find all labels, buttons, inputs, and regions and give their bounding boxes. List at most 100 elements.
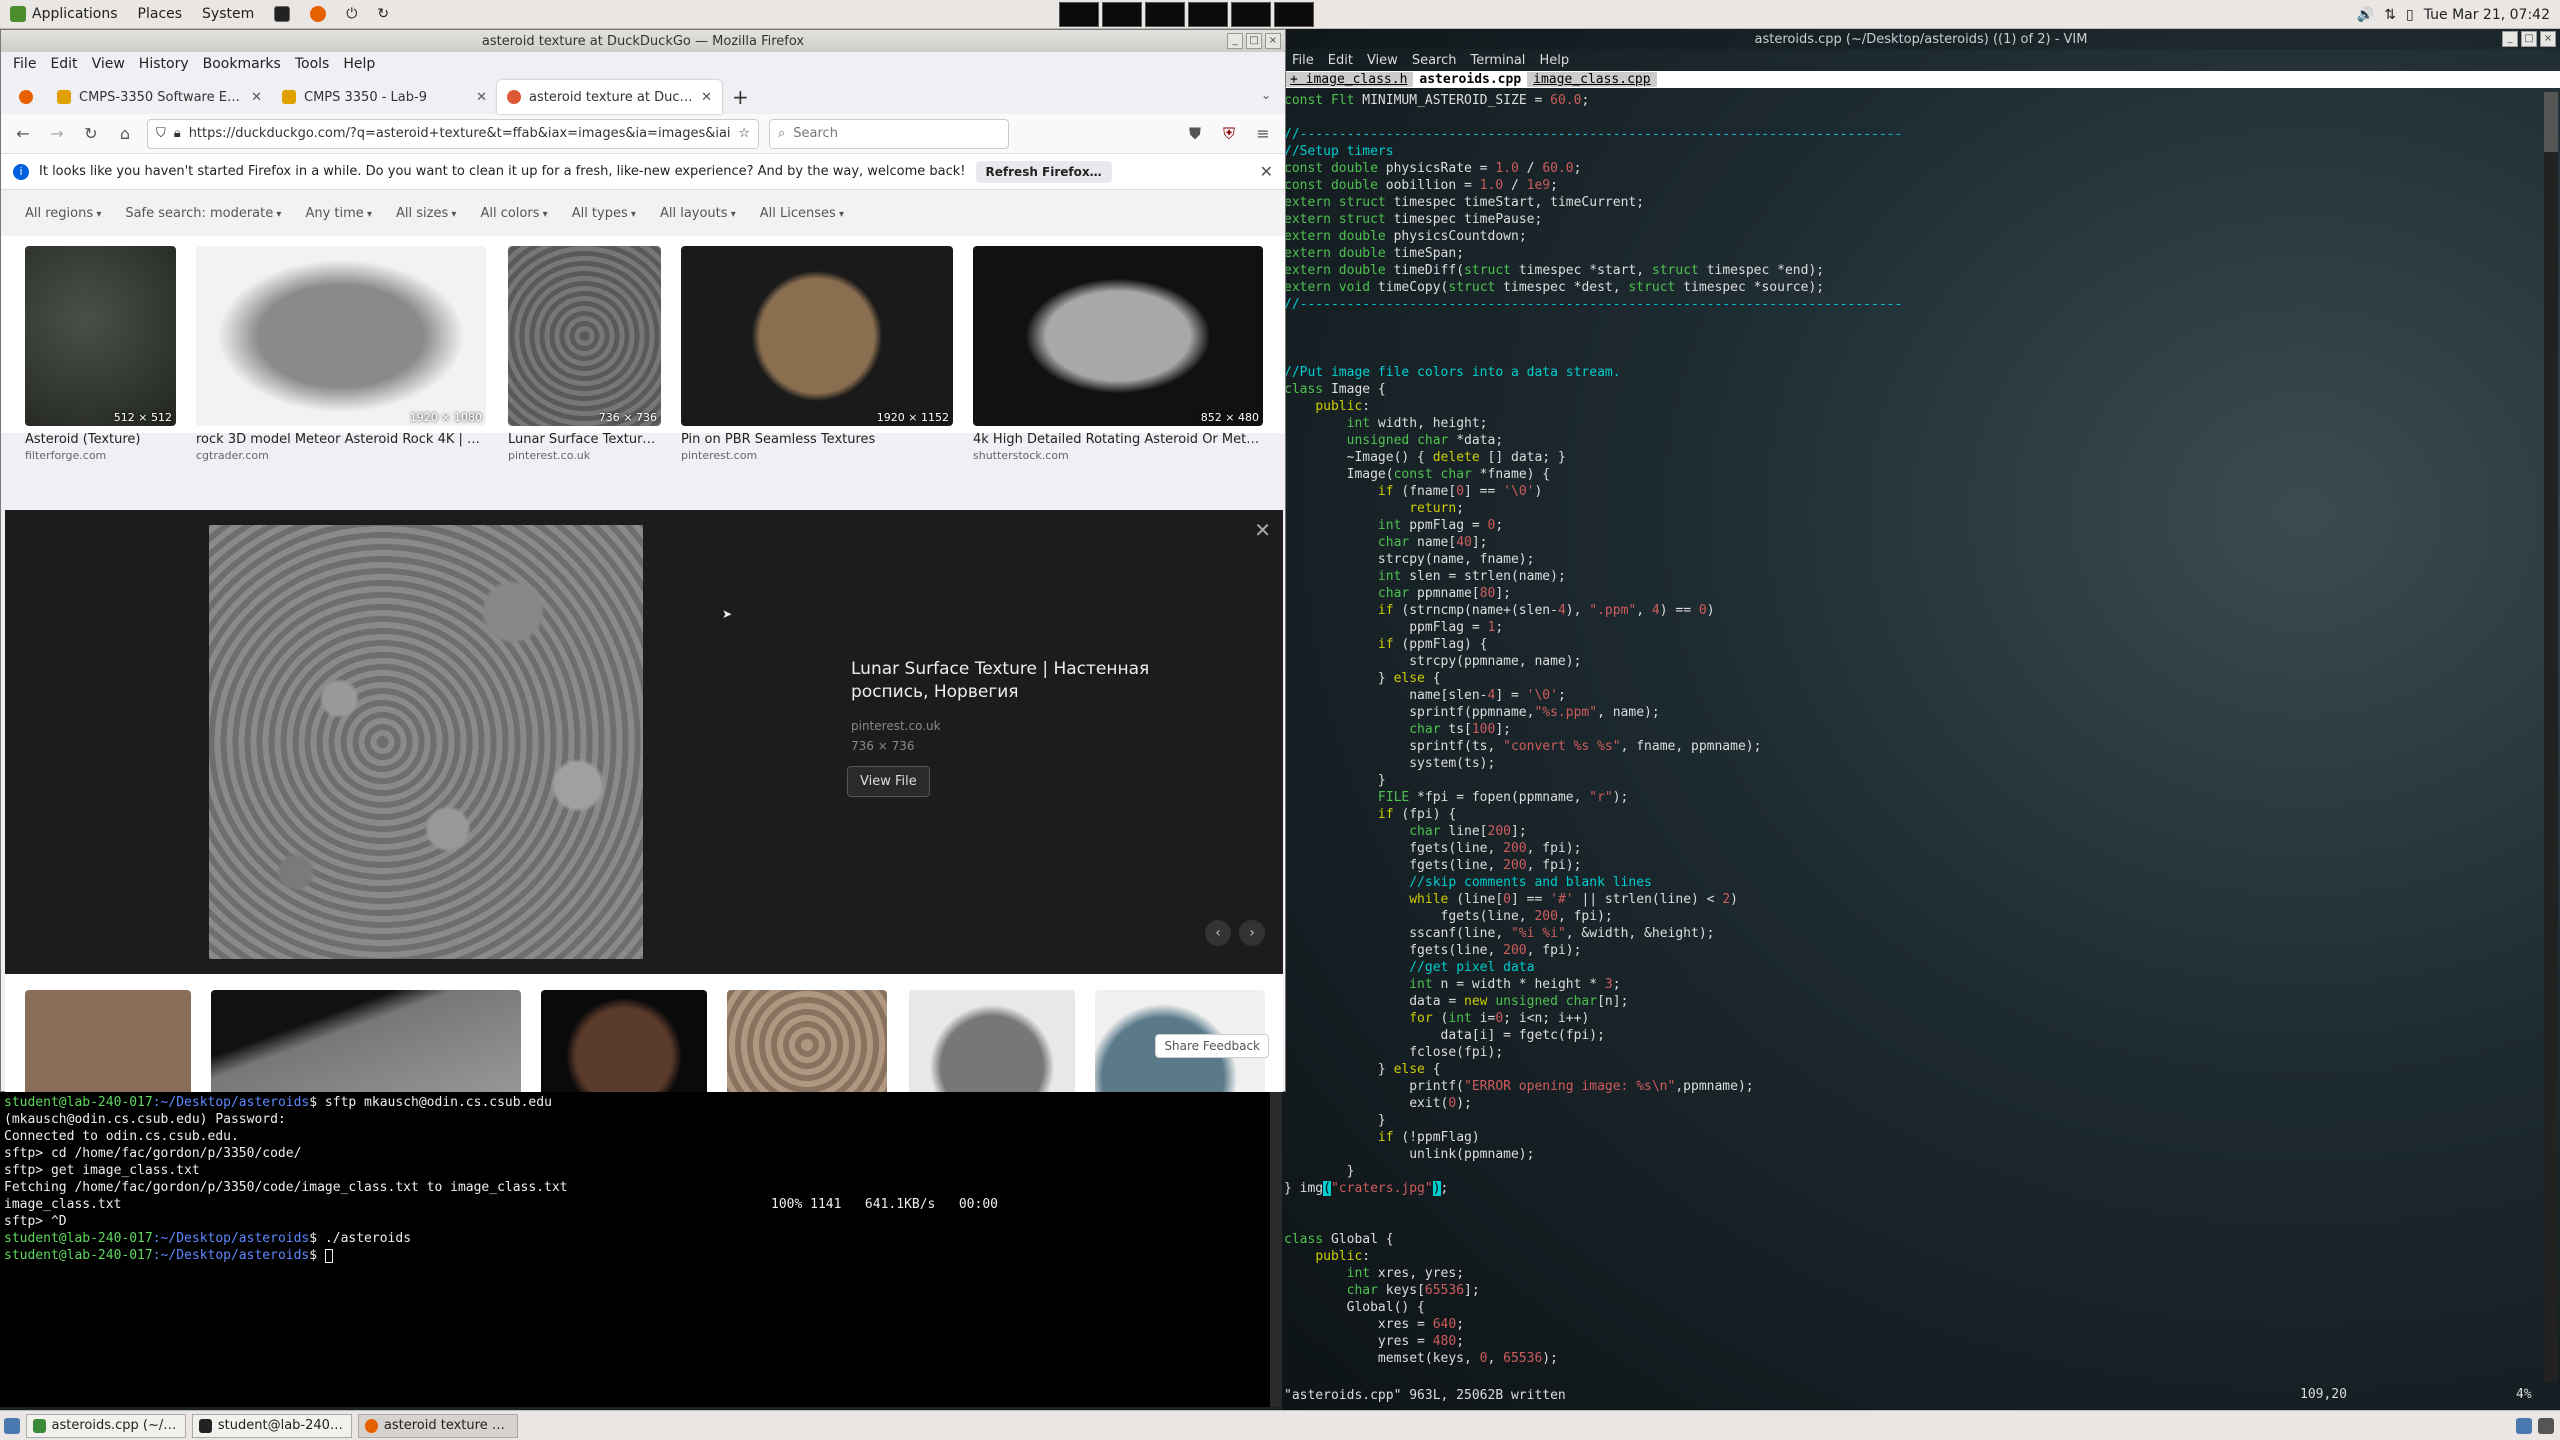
- tab-close-icon[interactable]: ✕: [476, 90, 487, 105]
- prev-arrow-icon[interactable]: ‹: [1205, 920, 1231, 946]
- result-thumbnail[interactable]: [211, 990, 521, 1092]
- system-menu[interactable]: System: [192, 0, 264, 29]
- detail-source[interactable]: pinterest.co.uk: [851, 719, 941, 733]
- forward-button[interactable]: →: [45, 122, 69, 146]
- vim-scrollbar-thumb[interactable]: [2544, 92, 2558, 152]
- image-result[interactable]: 1920 × 1080 rock 3D model Meteor Asteroi…: [196, 246, 486, 462]
- terminal-scrollbar[interactable]: [1270, 1092, 1282, 1407]
- terminal-launcher[interactable]: [264, 0, 300, 29]
- pocket-button[interactable]: ⛊: [1183, 122, 1207, 146]
- filter-time[interactable]: Any time: [305, 206, 372, 221]
- refresh-firefox-button[interactable]: Refresh Firefox…: [975, 160, 1112, 183]
- firefox-view-button[interactable]: [9, 80, 47, 114]
- workspace-4[interactable]: [1188, 1, 1229, 27]
- vim-tab-image-class-cpp[interactable]: image_class.cpp: [1527, 72, 1657, 87]
- vim-menu-file[interactable]: File: [1292, 53, 1314, 68]
- new-tab-button[interactable]: +: [722, 80, 762, 114]
- back-button[interactable]: ←: [11, 122, 35, 146]
- view-file-button[interactable]: View File: [847, 766, 930, 797]
- menu-view[interactable]: View: [86, 56, 131, 72]
- vim-menu-view[interactable]: View: [1367, 53, 1398, 68]
- places-menu[interactable]: Places: [128, 0, 193, 29]
- result-thumbnail[interactable]: 736 × 736: [508, 246, 661, 426]
- search-bar[interactable]: ⌕ Search: [769, 118, 1009, 149]
- menu-tools[interactable]: Tools: [289, 56, 336, 72]
- vim-scrollbar[interactable]: [2544, 92, 2558, 1382]
- refresh-button[interactable]: ↻: [367, 0, 399, 29]
- vim-titlebar[interactable]: asteroids.cpp (~/Desktop/asteroids) ((1)…: [1282, 29, 2560, 49]
- tab-close-icon[interactable]: ✕: [701, 90, 712, 105]
- taskbar-terminal[interactable]: student@lab-240-0…: [192, 1413, 352, 1438]
- tab-cmps-3350-lab-9[interactable]: CMPS 3350 - Lab-9 ✕: [272, 80, 497, 114]
- workspace-5[interactable]: [1231, 1, 1272, 27]
- filter-regions[interactable]: All regions: [25, 206, 101, 221]
- result-thumbnail[interactable]: [727, 990, 887, 1092]
- list-all-tabs-icon[interactable]: ⌄: [1261, 88, 1271, 102]
- taskbar-firefox[interactable]: asteroid texture at …: [358, 1413, 518, 1438]
- image-result[interactable]: 512 × 512 Asteroid (Texture) filterforge…: [25, 246, 176, 462]
- volume-icon[interactable]: 🔊: [2357, 7, 2374, 23]
- applications-menu[interactable]: Applications: [0, 0, 128, 29]
- menu-help[interactable]: Help: [337, 56, 381, 72]
- detail-image[interactable]: [209, 525, 643, 959]
- power-button[interactable]: ⏻: [336, 0, 367, 29]
- workspace-icon[interactable]: [2516, 1417, 2532, 1434]
- vim-menu-edit[interactable]: Edit: [1328, 53, 1353, 68]
- vim-tab-asteroids-cpp[interactable]: asteroids.cpp: [1413, 72, 1528, 87]
- filter-licenses[interactable]: All Licenses: [760, 206, 844, 221]
- notification-close-icon[interactable]: ✕: [1260, 162, 1273, 181]
- detail-title[interactable]: Lunar Surface Texture | Настенная роспис…: [851, 658, 1181, 704]
- maximize-icon[interactable]: □: [1246, 33, 1262, 49]
- show-desktop-icon[interactable]: [4, 1417, 20, 1434]
- clock[interactable]: Tue Mar 21, 07:42: [2424, 7, 2550, 23]
- menu-history[interactable]: History: [133, 56, 195, 72]
- close-icon[interactable]: ×: [2540, 31, 2556, 47]
- taskbar-vim[interactable]: asteroids.cpp (~/De…: [26, 1413, 186, 1438]
- result-thumbnail[interactable]: [25, 990, 191, 1092]
- minimize-icon[interactable]: _: [1227, 33, 1243, 49]
- tracking-shield-icon[interactable]: ⛉: [156, 126, 166, 141]
- firefox-titlebar[interactable]: asteroid texture at DuckDuckGo — Mozilla…: [1, 30, 1285, 52]
- tab-asteroid-texture[interactable]: asteroid texture at DuckDu…✕: [497, 80, 722, 114]
- image-result[interactable]: 736 × 736 Lunar Surface Texture | … pint…: [508, 246, 661, 462]
- filter-layouts[interactable]: All layouts: [660, 206, 736, 221]
- result-thumbnail[interactable]: 852 × 480: [973, 246, 1263, 426]
- vim-menu-search[interactable]: Search: [1412, 53, 1457, 68]
- menu-edit[interactable]: Edit: [44, 56, 83, 72]
- menu-file[interactable]: File: [7, 56, 42, 72]
- filter-sizes[interactable]: All sizes: [396, 206, 456, 221]
- image-result[interactable]: 852 × 480 4k High Detailed Rotating Aste…: [973, 246, 1263, 462]
- lock-icon[interactable]: 🔒︎: [174, 126, 181, 141]
- terminal-output[interactable]: student@lab-240-017:~/Desktop/asteroids$…: [0, 1092, 1270, 1407]
- workspace-1[interactable]: [1059, 1, 1100, 27]
- workspace-2[interactable]: [1102, 1, 1143, 27]
- bookmark-star-icon[interactable]: ☆: [738, 126, 750, 141]
- menu-bookmarks[interactable]: Bookmarks: [197, 56, 287, 72]
- clipboard-icon[interactable]: ▯: [2406, 7, 2414, 23]
- detail-close-icon[interactable]: ✕: [1254, 518, 1271, 542]
- tab-close-icon[interactable]: ✕: [251, 90, 262, 105]
- share-feedback-button[interactable]: Share Feedback: [1155, 1034, 1269, 1058]
- vim-code-buffer[interactable]: const Flt MINIMUM_ASTEROID_SIZE = 60.0; …: [1284, 92, 2524, 1367]
- workspace-6[interactable]: [1274, 1, 1315, 27]
- network-icon[interactable]: ⇅: [2384, 7, 2396, 23]
- filter-safe-search[interactable]: Safe search: moderate: [125, 206, 281, 221]
- filter-colors[interactable]: All colors: [480, 206, 547, 221]
- result-thumbnail[interactable]: [541, 990, 707, 1092]
- result-thumbnail[interactable]: [909, 990, 1075, 1092]
- app-menu-button[interactable]: ≡: [1251, 122, 1275, 146]
- ublock-button[interactable]: ⛨: [1217, 122, 1241, 146]
- url-bar[interactable]: ⛉ 🔒︎ https://duckduckgo.com/?q=asteroid+…: [147, 118, 759, 149]
- image-result[interactable]: 1920 × 1152 Pin on PBR Seamless Textures…: [681, 246, 953, 462]
- next-arrow-icon[interactable]: ›: [1239, 920, 1265, 946]
- close-icon[interactable]: ×: [1265, 33, 1281, 49]
- vim-tab-image-class-h[interactable]: + image_class.h: [1284, 72, 1414, 87]
- trash-icon[interactable]: [2538, 1417, 2554, 1434]
- maximize-icon[interactable]: □: [2521, 31, 2537, 47]
- firefox-launcher[interactable]: [300, 0, 336, 29]
- result-thumbnail[interactable]: 512 × 512: [25, 246, 176, 426]
- workspace-switcher[interactable]: [1059, 0, 1315, 29]
- minimize-icon[interactable]: _: [2502, 31, 2518, 47]
- vim-menu-terminal[interactable]: Terminal: [1470, 53, 1525, 68]
- filter-types[interactable]: All types: [572, 206, 636, 221]
